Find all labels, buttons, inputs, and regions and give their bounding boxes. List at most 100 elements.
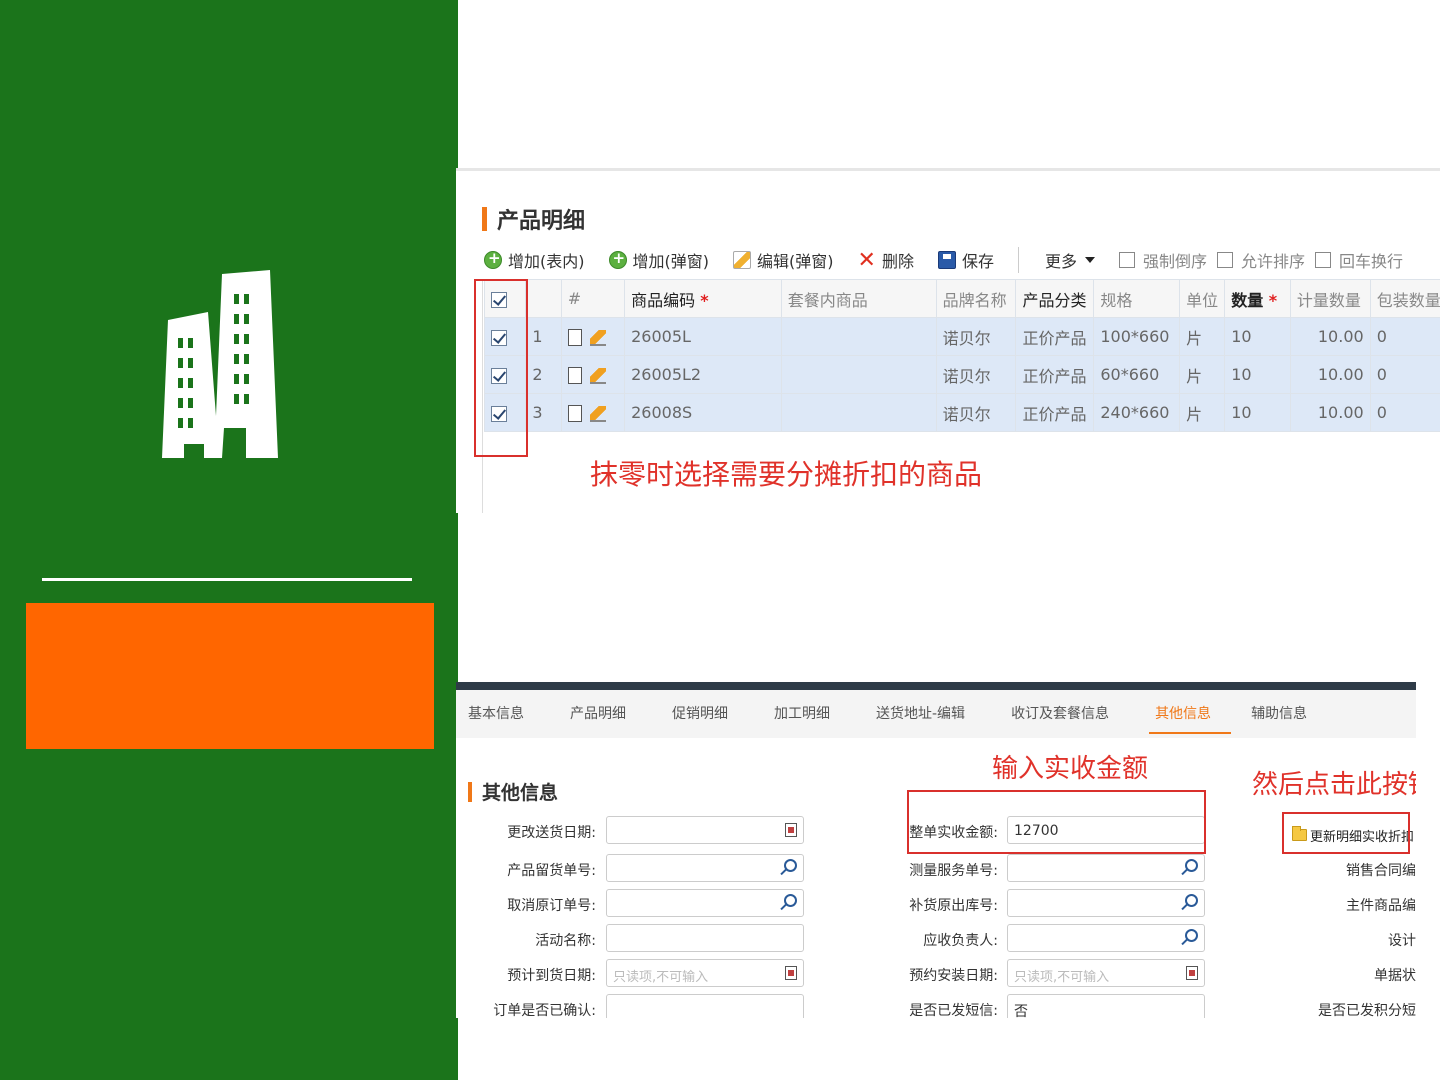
header-product-code[interactable]: 商品编码 * [624, 279, 782, 318]
search-icon[interactable] [784, 894, 797, 907]
main-product-label: 主件商品编 [1346, 898, 1416, 914]
save-button[interactable]: 保存 [937, 248, 994, 272]
cell-spec[interactable]: 100*660 [1093, 317, 1181, 356]
more-dropdown[interactable]: 更多 [1045, 248, 1095, 272]
cancel-original-order-field[interactable] [606, 889, 804, 917]
tab-delivery-address[interactable]: 送货地址-编辑 [864, 690, 977, 738]
add-popup-label: 增加(弹窗) [632, 252, 710, 271]
divider-line [42, 578, 412, 581]
required-mark: * [700, 290, 709, 310]
cell-brand[interactable]: 诺贝尔 [935, 355, 1017, 394]
cell-spec[interactable]: 60*660 [1093, 355, 1181, 394]
install-date-label: 预约安装日期: [909, 968, 998, 984]
search-icon[interactable] [1185, 929, 1198, 942]
header-spec[interactable]: 规格 [1093, 279, 1181, 318]
search-icon[interactable] [1185, 859, 1198, 872]
search-icon[interactable] [1185, 894, 1198, 907]
install-date-field[interactable]: 只读项,不可输入 [1007, 959, 1205, 987]
cell-pack-qty[interactable]: 0 [1369, 355, 1440, 394]
activity-name-field[interactable] [606, 924, 804, 952]
cell-qty[interactable]: 10 [1224, 355, 1291, 394]
delete-label: 删除 [881, 252, 914, 271]
cell-combo[interactable] [780, 355, 937, 394]
allow-sort-checkbox[interactable]: 允许排序 [1217, 248, 1305, 272]
order-confirmed-field[interactable] [606, 994, 804, 1018]
delete-button[interactable]: ✕ 删除 [858, 248, 914, 273]
cell-category[interactable]: 正价产品 [1015, 317, 1095, 356]
cell-measure-qty[interactable]: 10.00 [1289, 393, 1371, 432]
sms-sent-field[interactable]: 否 [1007, 994, 1205, 1018]
calendar-icon[interactable] [785, 966, 797, 980]
activity-name-label: 活动名称: [535, 933, 596, 949]
header-category[interactable]: 产品分类 [1015, 279, 1095, 318]
cell-unit[interactable]: 片 [1179, 393, 1226, 432]
cell-pack-qty[interactable]: 0 [1369, 393, 1440, 432]
cell-code[interactable]: 26008S [624, 393, 782, 432]
tab-order-package[interactable]: 收订及套餐信息 [999, 690, 1121, 738]
header-unit[interactable]: 单位 [1179, 279, 1226, 318]
cell-category[interactable]: 正价产品 [1015, 393, 1095, 432]
pencil-icon[interactable] [589, 405, 606, 422]
cell-brand[interactable]: 诺贝尔 [935, 317, 1017, 356]
cell-brand[interactable]: 诺贝尔 [935, 393, 1017, 432]
title-accent-bar [482, 207, 487, 231]
cell-unit[interactable]: 片 [1179, 355, 1226, 394]
reserve-order-field[interactable] [606, 854, 804, 882]
cell-measure-qty[interactable]: 10.00 [1289, 355, 1371, 394]
calendar-icon[interactable] [785, 823, 797, 837]
field-placeholder: 只读项,不可输入 [613, 970, 709, 985]
orange-block [26, 603, 434, 749]
chevron-down-icon [1084, 257, 1095, 263]
cell-unit[interactable]: 片 [1179, 317, 1226, 356]
row-number: 2 [525, 355, 562, 394]
header-quantity[interactable]: 数量 * [1224, 279, 1291, 318]
add-inline-button[interactable]: 增加(表内) [484, 248, 585, 272]
row-number: 3 [525, 393, 562, 432]
button-highlight-box [1282, 812, 1410, 854]
cell-combo[interactable] [780, 393, 937, 432]
search-icon[interactable] [784, 859, 797, 872]
table-row[interactable]: 3 26008S 诺贝尔 正价产品 240*660 片 10 10.00 0 [483, 393, 1440, 432]
calendar-icon[interactable] [1186, 966, 1198, 980]
tab-other-info[interactable]: 其他信息 [1143, 690, 1232, 738]
header-brand[interactable]: 品牌名称 [935, 279, 1017, 318]
sms-sent-label: 是否已发短信: [909, 1003, 998, 1018]
document-icon[interactable] [567, 367, 582, 384]
enter-newline-checkbox[interactable]: 回车换行 [1315, 248, 1403, 272]
edit-popup-button[interactable]: 编辑(弹窗) [733, 248, 834, 272]
pencil-icon[interactable] [589, 367, 606, 384]
cell-combo[interactable] [780, 317, 937, 356]
table-row[interactable]: 2 26005L2 诺贝尔 正价产品 60*660 片 10 10.00 0 [483, 355, 1440, 394]
change-delivery-date-field[interactable] [606, 816, 804, 844]
add-popup-button[interactable]: 增加(弹窗) [608, 248, 710, 272]
measure-service-no-field[interactable] [1007, 854, 1205, 882]
cell-spec[interactable]: 240*660 [1093, 393, 1181, 432]
add-icon [608, 249, 627, 269]
header-measure-qty[interactable]: 计量数量 [1289, 279, 1371, 318]
expected-arrival-date-field[interactable]: 只读项,不可输入 [606, 959, 804, 987]
tab-promotion-detail[interactable]: 促销明细 [660, 690, 740, 738]
table-row[interactable]: 1 26005L 诺贝尔 正价产品 100*660 片 10 10.00 0 [483, 317, 1440, 356]
cell-qty[interactable]: 10 [1224, 317, 1291, 356]
restock-outbound-no-field[interactable] [1007, 889, 1205, 917]
header-combo-items[interactable]: 套餐内商品 [780, 279, 937, 318]
tab-product-detail[interactable]: 产品明细 [558, 690, 638, 738]
cell-qty[interactable]: 10 [1224, 393, 1291, 432]
product-section-title: 产品明细 [482, 203, 585, 235]
cell-code[interactable]: 26005L [624, 317, 782, 356]
tab-auxiliary-info[interactable]: 辅助信息 [1239, 690, 1319, 738]
force-reverse-checkbox[interactable]: 强制倒序 [1118, 248, 1207, 272]
document-icon[interactable] [567, 405, 582, 422]
cell-category[interactable]: 正价产品 [1015, 355, 1095, 394]
tab-processing-detail[interactable]: 加工明细 [762, 690, 842, 738]
cell-measure-qty[interactable]: 10.00 [1289, 317, 1371, 356]
header-pack-qty[interactable]: 包装数量 [1369, 279, 1440, 318]
receivable-owner-label: 应收负责人: [923, 933, 998, 949]
required-mark: * [1268, 290, 1278, 310]
document-icon[interactable] [567, 329, 582, 346]
cell-pack-qty[interactable]: 0 [1369, 317, 1440, 356]
receivable-owner-field[interactable] [1007, 924, 1205, 952]
pencil-icon[interactable] [589, 329, 606, 346]
cell-code[interactable]: 26005L2 [624, 355, 782, 394]
tab-basic-info[interactable]: 基本信息 [456, 690, 536, 738]
